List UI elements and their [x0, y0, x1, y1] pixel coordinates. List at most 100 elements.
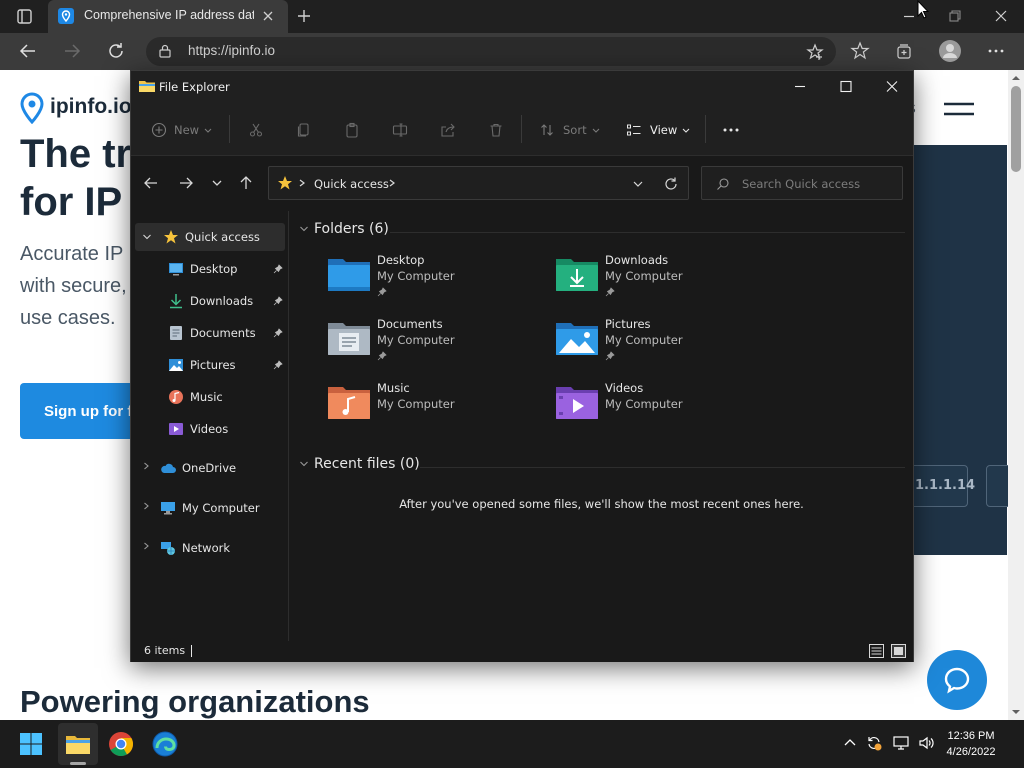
new-icon	[151, 122, 167, 138]
explorer-close-icon[interactable]	[869, 71, 915, 103]
refresh-icon[interactable]	[106, 41, 126, 61]
taskbar-chrome-icon[interactable]	[107, 730, 135, 758]
taskbar-clock[interactable]: 12:36 PM 4/26/2022	[934, 728, 1008, 760]
group-divider	[420, 467, 905, 468]
page-scrollbar[interactable]	[1008, 70, 1024, 720]
recent-files-group-header[interactable]: Recent files (0)	[298, 456, 420, 472]
command-separator	[229, 115, 230, 143]
explorer-title-bar[interactable]: File Explorer	[131, 71, 913, 103]
mouse-cursor-icon	[917, 0, 929, 20]
sidebar-item-my-computer[interactable]: My Computer	[160, 494, 260, 522]
music-folder-icon	[328, 387, 370, 419]
sidebar-item-downloads[interactable]: Downloads	[168, 287, 253, 315]
documents-folder-icon	[328, 323, 370, 355]
rename-button[interactable]	[392, 120, 408, 140]
sidebar-item-desktop[interactable]: Desktop	[168, 255, 237, 283]
scroll-up-icon[interactable]	[1012, 74, 1020, 82]
folders-group-header[interactable]: Folders (6)	[298, 221, 389, 237]
profile-avatar-icon[interactable]	[938, 39, 962, 63]
pin-icon[interactable]	[273, 264, 283, 274]
address-dropdown-icon[interactable]	[631, 177, 645, 191]
videos-icon	[169, 423, 183, 435]
sidebar-item-pictures[interactable]: Pictures	[168, 351, 236, 379]
volume-icon[interactable]	[918, 735, 934, 751]
explorer-address-bar[interactable]: Quick access	[268, 166, 689, 200]
paste-button[interactable]	[344, 120, 360, 140]
tab-close-icon[interactable]	[262, 10, 274, 22]
see-more-button[interactable]	[722, 120, 740, 140]
explorer-maximize-icon[interactable]	[823, 71, 869, 103]
new-button[interactable]: New	[151, 120, 213, 140]
up-arrow-icon[interactable]	[236, 173, 256, 193]
large-icons-view-icon[interactable]	[891, 644, 906, 658]
item-count: 6 items	[144, 644, 186, 657]
explorer-refresh-icon[interactable]	[663, 176, 679, 192]
sidebar-item-documents[interactable]: Documents	[168, 319, 256, 347]
new-tab-icon[interactable]	[296, 8, 312, 24]
browser-close-icon[interactable]	[978, 0, 1024, 33]
sidebar-item-onedrive[interactable]: OneDrive	[160, 454, 236, 482]
forward-arrow-icon[interactable]	[62, 41, 82, 61]
sidebar-item-quick-access[interactable]: Quick access	[135, 223, 285, 251]
collections-icon[interactable]	[894, 41, 914, 61]
address-bar[interactable]: https://ipinfo.io	[146, 37, 836, 66]
sidebar-item-videos[interactable]: Videos	[168, 415, 228, 443]
hamburger-menu-icon[interactable]	[944, 102, 974, 116]
details-view-icon[interactable]	[869, 644, 884, 658]
share-icon	[441, 123, 455, 137]
chevron-right-icon[interactable]	[141, 501, 151, 511]
folder-icon	[139, 79, 155, 93]
chevron-right-icon[interactable]	[141, 461, 151, 471]
more-menu-icon[interactable]	[986, 41, 1006, 61]
sidebar-item-network[interactable]: Network	[160, 534, 230, 562]
scroll-down-icon[interactable]	[1012, 708, 1020, 716]
explorer-content-pane: Folders (6) Desktop My Computer Download…	[290, 211, 913, 641]
lock-icon[interactable]	[158, 44, 172, 58]
chat-widget-button[interactable]	[927, 650, 987, 710]
explorer-back-icon[interactable]	[141, 173, 161, 193]
tab-actions-icon[interactable]	[10, 7, 38, 27]
pin-icon[interactable]	[273, 328, 283, 338]
explorer-forward-icon[interactable]	[176, 173, 196, 193]
folder-tile-pictures[interactable]: Pictures My Computer	[555, 317, 775, 373]
address-path[interactable]: Quick access	[314, 177, 389, 191]
desktop-folder-icon	[328, 259, 370, 291]
cut-button[interactable]	[248, 120, 264, 140]
folder-tile-downloads[interactable]: Downloads My Computer	[555, 253, 775, 309]
folder-tile-videos[interactable]: Videos My Computer	[555, 381, 775, 437]
site-logo-text[interactable]: ipinfo.io	[50, 95, 132, 119]
back-arrow-icon[interactable]	[18, 41, 38, 61]
network-status-icon[interactable]	[893, 735, 909, 751]
sort-button[interactable]: Sort	[539, 120, 601, 140]
folder-tile-documents[interactable]: Documents My Computer	[327, 317, 547, 373]
windows-start-icon[interactable]	[19, 732, 43, 756]
pin-icon[interactable]	[273, 296, 283, 306]
ipinfo-logo-icon[interactable]	[20, 92, 44, 124]
chevron-right-icon[interactable]	[141, 541, 151, 551]
sync-warning-icon[interactable]	[866, 735, 882, 751]
sidebar-item-music[interactable]: Music	[168, 383, 223, 411]
recent-locations-icon[interactable]	[207, 173, 227, 193]
explorer-minimize-icon[interactable]	[777, 71, 823, 103]
address-url: https://ipinfo.io	[188, 43, 276, 58]
scroll-thumb[interactable]	[1011, 86, 1021, 172]
delete-button[interactable]	[488, 120, 504, 140]
explorer-search-input[interactable]: Search Quick access	[701, 166, 903, 200]
view-button[interactable]: View	[626, 120, 691, 140]
copy-button[interactable]	[296, 120, 312, 140]
add-favorite-icon[interactable]	[806, 43, 824, 61]
browser-tab-active[interactable]: Comprehensive IP address data, IP ...	[48, 0, 288, 33]
chevron-down-icon	[682, 128, 690, 133]
network-icon	[161, 542, 175, 555]
taskbar-file-explorer-icon[interactable]	[64, 730, 92, 758]
show-hidden-icons-chevron-icon[interactable]	[842, 735, 858, 751]
pictures-folder-icon	[556, 323, 598, 355]
favorites-icon[interactable]	[850, 41, 870, 61]
windows-taskbar: 12:36 PM 4/26/2022	[0, 720, 1024, 768]
browser-restore-icon[interactable]	[932, 0, 978, 33]
taskbar-edge-icon[interactable]	[151, 730, 179, 758]
folder-tile-desktop[interactable]: Desktop My Computer	[327, 253, 547, 309]
pin-icon[interactable]	[273, 360, 283, 370]
share-button[interactable]	[440, 120, 456, 140]
folder-tile-music[interactable]: Music My Computer	[327, 381, 547, 437]
